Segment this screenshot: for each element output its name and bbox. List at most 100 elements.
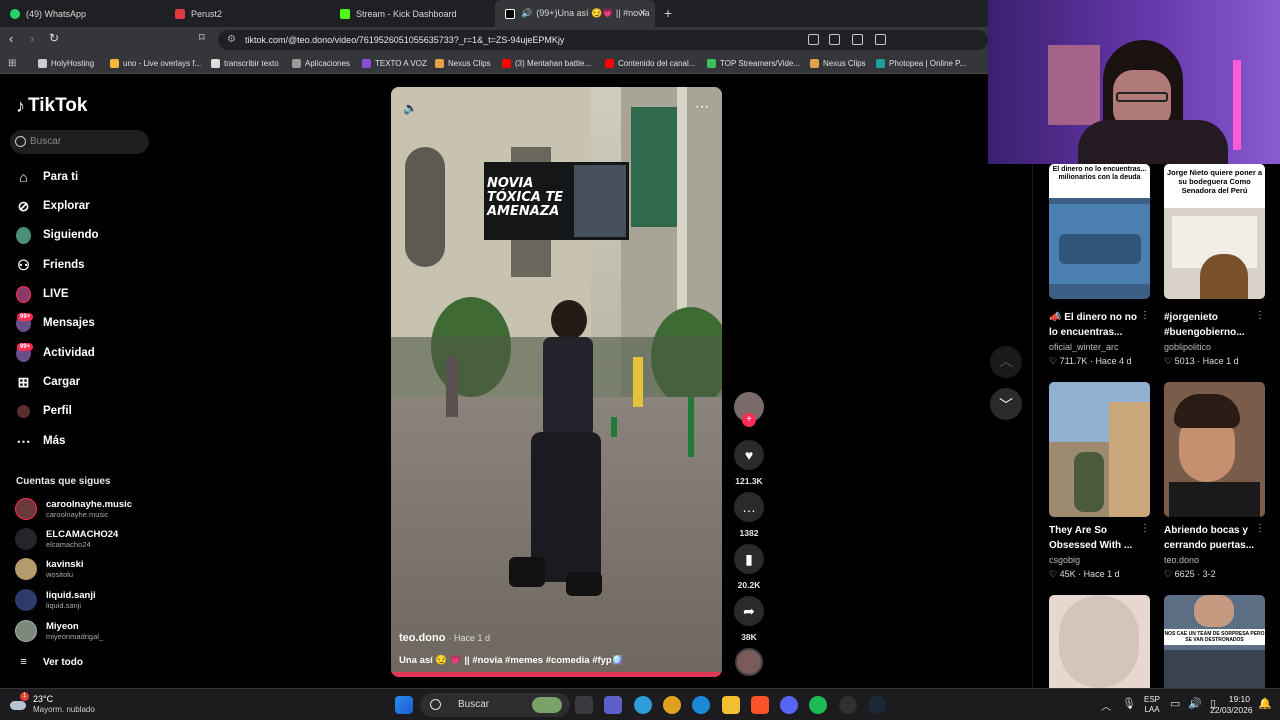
share-icon[interactable]: ➦	[734, 596, 764, 626]
language-indicator[interactable]: ESP LAA	[1144, 695, 1160, 715]
more-options-icon[interactable]: ⋮	[1255, 523, 1265, 534]
video-more-icon[interactable]: ⋯	[695, 98, 709, 115]
recommended-title[interactable]: #jorgenieto #buengobierno...	[1164, 310, 1259, 340]
steam-icon[interactable]	[868, 696, 886, 714]
recommended-title[interactable]: Abriendo bocas y cerrando puertas...	[1164, 523, 1259, 553]
site-info-icon[interactable]: ⚙	[227, 30, 236, 50]
new-tab-icon[interactable]: +	[664, 5, 672, 21]
recommended-user[interactable]: teo.dono	[1164, 555, 1199, 565]
edge-icon[interactable]	[692, 696, 710, 714]
recommended-title[interactable]: They Are So Obsessed With ...	[1049, 523, 1144, 553]
teams-icon[interactable]	[604, 696, 622, 714]
video-author[interactable]: teo.dono	[399, 632, 445, 644]
back-icon[interactable]: ‹	[9, 31, 13, 46]
tab-perust2[interactable]: Perust2	[165, 0, 330, 27]
nav-friends[interactable]: ⚇ Friends	[16, 256, 84, 274]
weather-widget[interactable]: 1	[10, 692, 30, 715]
comment-action[interactable]: … 1382	[734, 492, 764, 538]
more-options-icon[interactable]: ⋮	[1140, 523, 1150, 534]
recommended-user[interactable]: oficial_winter_arc	[1049, 342, 1119, 352]
nav-live[interactable]: LIVE	[16, 285, 69, 303]
following-account[interactable]: kavinski wositolu	[15, 556, 84, 582]
nav-mas[interactable]: ⋯ Más	[16, 432, 66, 450]
recommended-thumb[interactable]	[1164, 382, 1265, 517]
pip-icon[interactable]	[852, 34, 863, 45]
see-all-button[interactable]: ≡ Ver todo	[16, 653, 83, 671]
nav-para-ti[interactable]: ⌂ Para ti	[16, 168, 78, 186]
sound-disc-icon[interactable]	[735, 648, 763, 676]
comment-icon[interactable]: …	[734, 492, 764, 522]
nav-siguiendo[interactable]: Siguiendo	[16, 226, 99, 244]
next-video-button[interactable]: ﹀	[990, 388, 1022, 420]
following-account[interactable]: liquid.sanji liquid.sanji	[15, 587, 96, 613]
recommended-thumb[interactable]: Jorge Nieto quiere poner a su bodeguera …	[1164, 164, 1265, 299]
discord-icon[interactable]	[780, 696, 798, 714]
forward-icon[interactable]: ›	[30, 31, 34, 46]
file-explorer-icon[interactable]	[722, 696, 740, 714]
bookmark-item[interactable]: Nexus Clips	[435, 53, 491, 73]
network-icon[interactable]: ▭	[1170, 697, 1180, 710]
recommended-thumb[interactable]: El dinero no lo encuentras... milionario…	[1049, 164, 1150, 299]
reload-icon[interactable]: ↻	[49, 31, 59, 45]
bookmark-item[interactable]: Aplicaciones	[292, 53, 350, 73]
like-action[interactable]: ♥ 121.3K	[734, 440, 764, 486]
chrome-icon[interactable]	[663, 696, 681, 714]
nav-cargar[interactable]: ⊞ Cargar	[16, 373, 80, 391]
bookmark-item[interactable]: Nexus Clips	[810, 53, 866, 73]
url-field[interactable]: ⚙ tiktok.com/@teo.dono/video/76195260510…	[218, 30, 988, 50]
bookmark-item[interactable]: Photopea | Online P...	[876, 53, 966, 73]
task-view-icon[interactable]	[575, 696, 593, 714]
more-options-icon[interactable]: ⋮	[1140, 310, 1150, 321]
recommended-title[interactable]: 📣 El dinero no no lo encuentras...	[1049, 310, 1144, 340]
no-notifications-icon[interactable]	[808, 34, 819, 45]
recommended-thumb[interactable]	[1049, 595, 1150, 688]
bookmark-item[interactable]: TEXTO A VOZ	[362, 53, 427, 73]
author-avatar-button[interactable]: +	[734, 392, 764, 427]
translate-icon[interactable]	[829, 34, 840, 45]
more-options-icon[interactable]: ⋮	[1255, 310, 1265, 321]
tab-tiktok[interactable]: 🔊 (99+)Una así 😏💗 || #novia ✕	[495, 0, 655, 27]
share-page-icon[interactable]	[875, 34, 886, 45]
recommended-user[interactable]: goblipolitico	[1164, 342, 1211, 352]
nav-explorar[interactable]: ⊘ Explorar	[16, 197, 90, 215]
prev-video-button[interactable]: ︿	[990, 346, 1022, 378]
save-action[interactable]: ▮ 20.2K	[734, 544, 764, 590]
bookmark-page-icon[interactable]: ⌑	[199, 31, 205, 44]
bookmark-item[interactable]: Contenido del canal...	[605, 53, 695, 73]
video-player[interactable]: NOVIA TÓXICA TE AMENAZA 🔈 ⋯ teo.dono · H…	[391, 87, 722, 677]
windows-start-icon[interactable]	[395, 696, 413, 714]
bookmark-item[interactable]: HolyHosting	[38, 53, 94, 73]
obs-icon[interactable]	[839, 696, 857, 714]
search-input[interactable]: Buscar	[10, 130, 149, 154]
bookmark-item[interactable]: (3) Mentahan battle...	[502, 53, 591, 73]
notification-bell-icon[interactable]: 🔔	[1258, 697, 1272, 710]
clock[interactable]: 19:10 22/03/2026	[1210, 694, 1253, 716]
microphone-icon[interactable]: 🎙	[1122, 697, 1136, 710]
bookmark-item[interactable]: transcribir texto	[211, 53, 279, 73]
volume-icon[interactable]: 🔈	[403, 101, 418, 115]
bookmark-icon[interactable]: ▮	[734, 544, 764, 574]
heart-icon[interactable]: ♥	[734, 440, 764, 470]
copilot-icon[interactable]	[634, 696, 652, 714]
taskbar-search[interactable]: Buscar	[420, 693, 570, 717]
spotify-icon[interactable]	[809, 696, 827, 714]
bookmark-item[interactable]: uno - Live overlays f...	[110, 53, 201, 73]
share-action[interactable]: ➦ 38K	[734, 596, 764, 642]
tab-kick-dashboard[interactable]: Stream - Kick Dashboard	[330, 0, 495, 27]
brave-icon[interactable]	[751, 696, 769, 714]
recommended-thumb[interactable]: NOS CAE UN TEAM DE SORPRESA PERO SE VAN …	[1164, 595, 1265, 688]
tab-whatsapp[interactable]: (49) WhatsApp	[0, 0, 165, 27]
recommended-user[interactable]: csgobig	[1049, 555, 1080, 565]
following-account[interactable]: ELCAMACHO24 elcamacho24	[15, 526, 118, 552]
volume-tray-icon[interactable]: 🔊	[1188, 697, 1202, 710]
apps-grid-icon[interactable]: ⊞	[8, 58, 16, 69]
recommended-thumb[interactable]	[1049, 382, 1150, 517]
tray-overflow-icon[interactable]: ︿	[1101, 698, 1111, 713]
close-tab-icon[interactable]: ✕	[639, 8, 647, 19]
following-account[interactable]: caroolnayhe.music caroolnayhe.music	[15, 496, 132, 522]
tiktok-logo[interactable]: ♪ TikTok	[16, 95, 87, 117]
bookmark-item[interactable]: TOP Streamers/Vide...	[707, 53, 800, 73]
nav-perfil[interactable]: Perfil	[16, 402, 72, 420]
follow-plus-icon[interactable]: +	[742, 413, 756, 427]
following-account[interactable]: Miyeon miyeonmadrigal_	[15, 618, 103, 644]
